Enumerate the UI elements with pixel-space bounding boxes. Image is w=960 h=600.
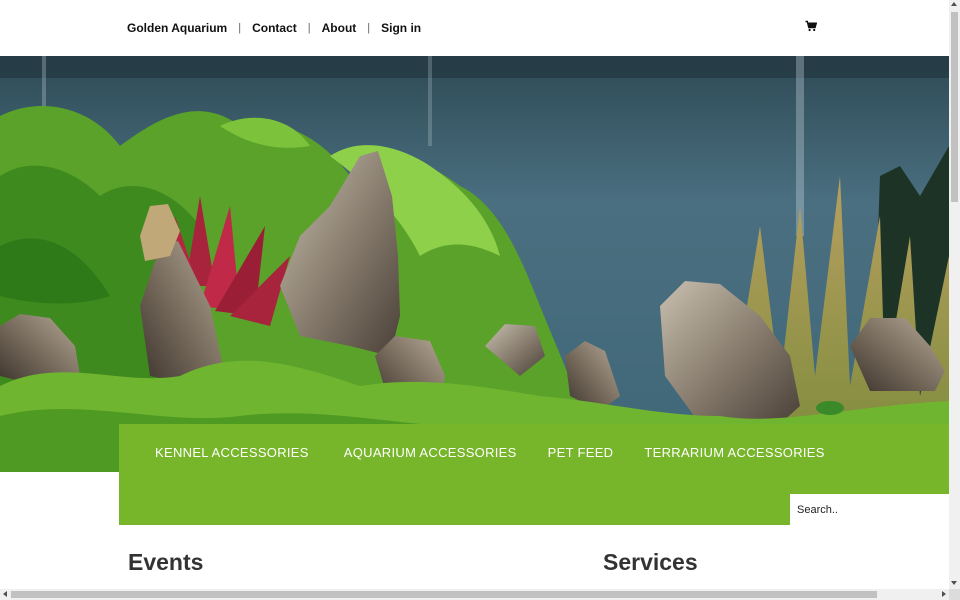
- category-pet-feed[interactable]: PET FEED: [548, 445, 614, 460]
- horizontal-scroll-thumb[interactable]: [11, 591, 877, 598]
- category-kennel-accessories[interactable]: KENNEL ACCESSORIES: [155, 445, 309, 460]
- vertical-scrollbar[interactable]: [949, 0, 960, 589]
- search-input[interactable]: [790, 494, 949, 525]
- scrollbar-corner: [949, 589, 960, 600]
- scroll-down-arrow-icon[interactable]: [951, 581, 957, 585]
- category-aquarium-accessories[interactable]: AQUARIUM ACCESSORIES: [344, 445, 517, 460]
- nav-separator: |: [367, 22, 371, 34]
- shopping-cart-icon[interactable]: [805, 19, 818, 32]
- vertical-scroll-thumb[interactable]: [951, 12, 958, 202]
- nav-separator: |: [307, 22, 311, 34]
- category-terrarium-accessories[interactable]: TERRARIUM ACCESSORIES: [644, 445, 824, 460]
- nav-separator: |: [238, 22, 242, 34]
- scroll-right-arrow-icon[interactable]: [942, 591, 946, 597]
- top-navigation-bar: Golden Aquarium | Contact | About | Sign…: [0, 0, 949, 56]
- brand-link[interactable]: Golden Aquarium: [127, 21, 227, 35]
- page: Golden Aquarium | Contact | About | Sign…: [0, 0, 960, 600]
- events-heading: Events: [128, 549, 204, 575]
- horizontal-scrollbar[interactable]: [0, 589, 949, 600]
- top-nav: Golden Aquarium | Contact | About | Sign…: [127, 21, 421, 35]
- scroll-up-arrow-icon[interactable]: [951, 2, 957, 6]
- nav-link-about[interactable]: About: [322, 21, 357, 35]
- category-bar: KENNEL ACCESSORIES AQUARIUM ACCESSORIES …: [119, 424, 949, 525]
- scroll-left-arrow-icon[interactable]: [3, 591, 7, 597]
- hero-aquarium-image: [0, 56, 949, 472]
- nav-link-contact[interactable]: Contact: [252, 21, 297, 35]
- services-heading: Services: [603, 549, 698, 575]
- nav-link-sign-in[interactable]: Sign in: [381, 21, 421, 35]
- category-menu: KENNEL ACCESSORIES AQUARIUM ACCESSORIES …: [155, 445, 825, 460]
